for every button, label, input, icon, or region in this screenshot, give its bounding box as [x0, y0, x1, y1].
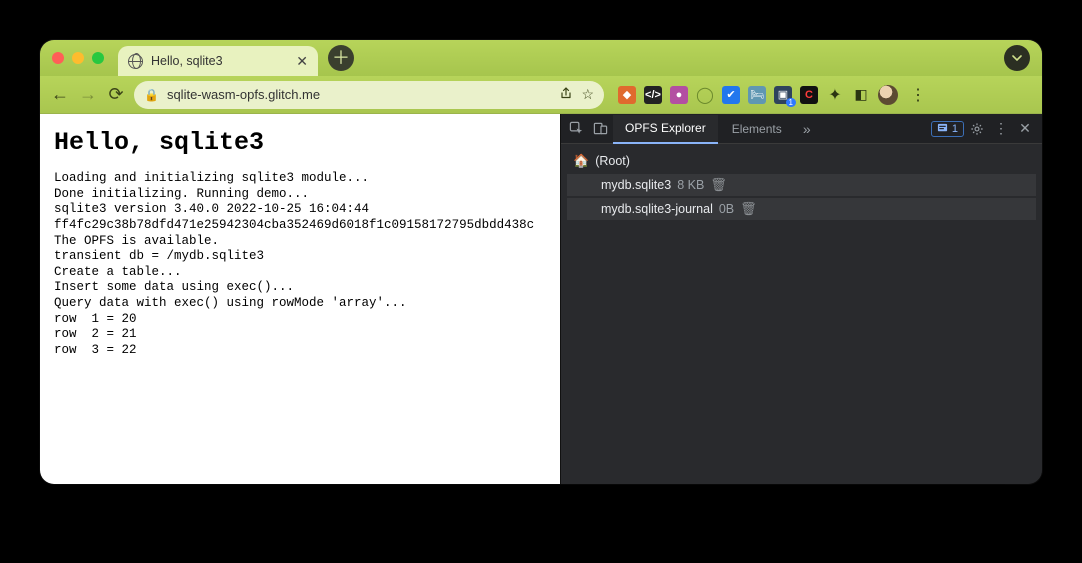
- devtools-menu-icon[interactable]: ⋮: [990, 118, 1012, 140]
- console-line: transient db = /mydb.sqlite3: [54, 249, 550, 265]
- opfs-file-tree: 🏠 (Root) mydb.sqlite3 8 KB 🗑mydb.sqlite3…: [561, 144, 1042, 226]
- browser-window: Hello, sqlite3 ✕ ＋ ← → ⟳ 🔒 sqlite-wasm-o…: [40, 40, 1042, 484]
- forward-button[interactable]: →: [78, 84, 98, 105]
- extension-icon[interactable]: ✔: [722, 86, 740, 104]
- close-window-button[interactable]: [52, 52, 64, 64]
- new-tab-button[interactable]: ＋: [328, 45, 354, 71]
- share-icon[interactable]: [559, 86, 573, 103]
- extension-icon[interactable]: ●: [670, 86, 688, 104]
- issues-count: 1: [952, 123, 958, 135]
- devtools-tab-label: OPFS Explorer: [625, 121, 706, 135]
- file-name: mydb.sqlite3: [601, 178, 671, 192]
- extension-icon[interactable]: C: [800, 86, 818, 104]
- devtools-tab-label: Elements: [732, 122, 782, 136]
- delete-file-icon[interactable]: 🗑: [710, 177, 727, 193]
- address-bar[interactable]: 🔒 sqlite-wasm-opfs.glitch.me ☆: [134, 81, 604, 109]
- extension-icon[interactable]: ◆: [618, 86, 636, 104]
- file-size: 8 KB: [677, 178, 704, 192]
- close-tab-icon[interactable]: ✕: [296, 53, 308, 70]
- tree-root-row[interactable]: 🏠 (Root): [567, 150, 1036, 172]
- devtools-close-icon[interactable]: ✕: [1014, 118, 1036, 140]
- extension-icon[interactable]: ▣: [774, 86, 792, 104]
- issues-badge[interactable]: 1: [931, 121, 964, 137]
- console-line: Insert some data using exec()...: [54, 280, 550, 296]
- extensions-row: ◆ </> ● ◯ ✔ 🛏 ▣ C ✦ ◧ ⋮: [618, 85, 930, 105]
- more-tabs-icon[interactable]: »: [796, 118, 818, 140]
- console-line: sqlite3 version 3.40.0 2022-10-25 16:04:…: [54, 202, 550, 218]
- file-name: mydb.sqlite3-journal: [601, 202, 713, 216]
- tab-overflow-button[interactable]: [1004, 45, 1030, 71]
- file-row[interactable]: mydb.sqlite3 8 KB 🗑: [567, 174, 1036, 196]
- content-area: Hello, sqlite3 Loading and initializing …: [40, 114, 1042, 484]
- tab-elements[interactable]: Elements: [720, 114, 794, 143]
- page-heading: Hello, sqlite3: [54, 128, 550, 157]
- console-line: The OPFS is available.: [54, 234, 550, 250]
- delete-file-icon[interactable]: 🗑: [740, 201, 757, 217]
- console-line: row 1 = 20: [54, 312, 550, 328]
- console-line: row 3 = 22: [54, 343, 550, 359]
- back-button[interactable]: ←: [50, 84, 70, 105]
- devtools-panel: OPFS Explorer Elements » 1 ⋮ ✕: [560, 114, 1042, 484]
- page-url: sqlite-wasm-opfs.glitch.me: [167, 87, 551, 102]
- file-row[interactable]: mydb.sqlite3-journal 0B 🗑: [567, 198, 1036, 220]
- home-icon: 🏠: [573, 153, 589, 169]
- console-line: row 2 = 21: [54, 327, 550, 343]
- console-line: ff4fc29c38b78dfd471e25942304cba352469d60…: [54, 218, 550, 234]
- window-controls: [52, 52, 104, 64]
- zoom-window-button[interactable]: [92, 52, 104, 64]
- devtools-settings-icon[interactable]: [966, 118, 988, 140]
- side-panel-icon[interactable]: ◧: [852, 86, 870, 104]
- extension-icon[interactable]: ◯: [696, 86, 714, 104]
- lock-icon: 🔒: [144, 88, 159, 102]
- site-globe-icon: [128, 54, 143, 69]
- minimize-window-button[interactable]: [72, 52, 84, 64]
- page-content: Hello, sqlite3 Loading and initializing …: [40, 114, 560, 484]
- extension-icon[interactable]: 🛏: [748, 86, 766, 104]
- inspect-element-icon[interactable]: [565, 118, 587, 140]
- browser-toolbar: ← → ⟳ 🔒 sqlite-wasm-opfs.glitch.me ☆ ◆ <…: [40, 76, 1042, 114]
- file-size: 0B: [719, 202, 734, 216]
- tab-opfs-explorer[interactable]: OPFS Explorer: [613, 115, 718, 144]
- console-line: Loading and initializing sqlite3 module.…: [54, 171, 550, 187]
- console-line: Create a table...: [54, 265, 550, 281]
- devtools-tabs: OPFS Explorer Elements » 1 ⋮ ✕: [561, 114, 1042, 144]
- reload-button[interactable]: ⟳: [106, 84, 126, 105]
- console-line: Done initializing. Running demo...: [54, 187, 550, 203]
- console-line: Query data with exec() using rowMode 'ar…: [54, 296, 550, 312]
- root-label: (Root): [595, 154, 630, 168]
- extensions-menu-icon[interactable]: ✦: [826, 86, 844, 104]
- profile-avatar[interactable]: [878, 85, 898, 105]
- chrome-menu-icon[interactable]: ⋮: [906, 85, 930, 105]
- tab-strip: Hello, sqlite3 ✕ ＋: [40, 40, 1042, 76]
- bookmark-star-icon[interactable]: ☆: [581, 86, 594, 103]
- device-toolbar-icon[interactable]: [589, 118, 611, 140]
- browser-tab[interactable]: Hello, sqlite3 ✕: [118, 46, 318, 76]
- extension-icon[interactable]: </>: [644, 86, 662, 104]
- tab-title: Hello, sqlite3: [151, 54, 288, 68]
